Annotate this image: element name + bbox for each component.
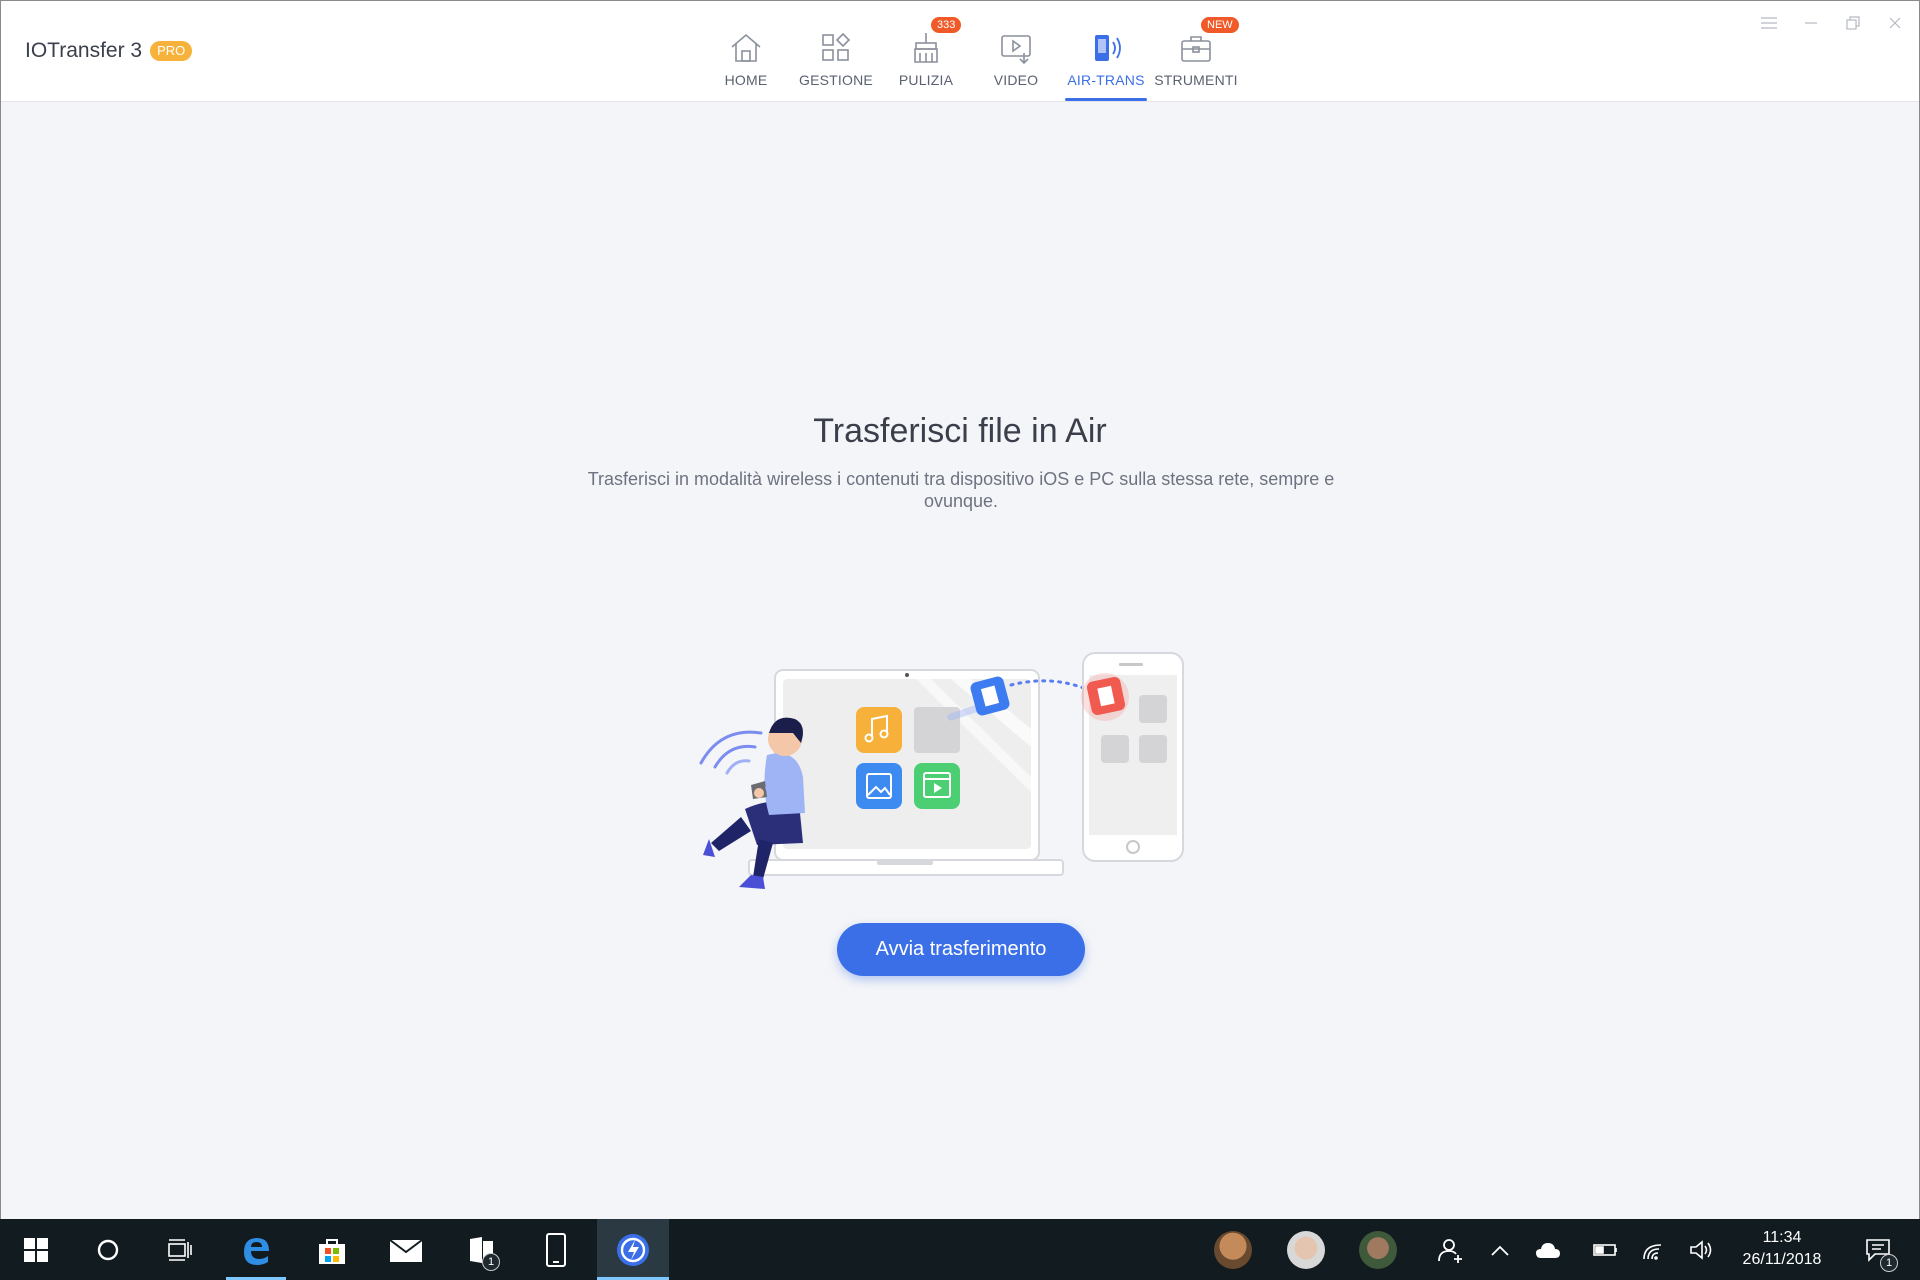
battery-button[interactable]	[1586, 1219, 1626, 1280]
taskbar-clock[interactable]: 11:34 26/11/2018	[1722, 1227, 1842, 1271]
pulizia-badge: 333	[931, 17, 962, 33]
restore-button[interactable]	[1843, 13, 1863, 33]
people-icon	[1438, 1238, 1462, 1263]
edge-icon	[244, 1237, 269, 1265]
show-hidden-icons-button[interactable]	[1480, 1219, 1520, 1280]
contact-avatar-1[interactable]	[1214, 1231, 1252, 1269]
home-icon	[731, 33, 761, 62]
minimize-button[interactable]	[1801, 13, 1821, 33]
phone-wireless-icon	[1095, 35, 1121, 61]
strumenti-badge: NEW	[1201, 17, 1239, 33]
action-center-button[interactable]: 1	[1848, 1219, 1908, 1280]
main-content: Trasferisci file in Air Trasferisci in m…	[1, 102, 1919, 1219]
nav-strumenti[interactable]: NEW STRUMENTI	[1151, 1, 1241, 101]
minimize-icon	[1805, 22, 1817, 24]
cortana-circle-icon	[97, 1239, 119, 1260]
onedrive-button[interactable]	[1528, 1219, 1568, 1280]
top-bar: IOTransfer 3 PRO HOME GESTIONE 333 PULIZ…	[1, 1, 1919, 102]
mail-icon	[389, 1238, 423, 1262]
nav-gestione[interactable]: GESTIONE	[791, 1, 881, 101]
page-description: Trasferisci in modalità wireless i conte…	[587, 469, 1335, 511]
page-title: Trasferisci file in Air	[813, 412, 1107, 450]
close-button[interactable]	[1885, 13, 1905, 33]
nav-strumenti-label: STRUMENTI	[1154, 72, 1238, 88]
wifi-icon	[1643, 1243, 1662, 1260]
nav-air-trans-label: AIR-TRANS	[1067, 72, 1145, 88]
file-explorer-button[interactable]: 1	[452, 1219, 512, 1280]
nav-pulizia-label: PULIZIA	[898, 72, 954, 88]
cortana-button[interactable]	[78, 1219, 138, 1280]
nav-pulizia[interactable]: 333 PULIZIA	[881, 1, 971, 101]
task-view-button[interactable]	[150, 1219, 210, 1280]
start-transfer-button[interactable]: Avvia trasferimento	[837, 923, 1085, 976]
nav-video-label: VIDEO	[993, 72, 1039, 88]
explorer-count-badge: 1	[482, 1253, 500, 1271]
contact-avatar-2[interactable]	[1287, 1231, 1325, 1269]
close-icon	[1889, 17, 1901, 29]
clock-time: 11:34	[1762, 1229, 1802, 1246]
notification-count-badge: 1	[1880, 1254, 1898, 1272]
main-nav: HOME GESTIONE 333 PULIZIA VIDEO AIR-TRAN…	[701, 1, 1241, 101]
restore-icon	[1846, 16, 1860, 30]
edge-button[interactable]	[226, 1219, 286, 1280]
taskbar: 1 11:34 26/11/2018 1	[0, 1219, 1920, 1280]
contact-avatar-3[interactable]	[1359, 1231, 1397, 1269]
start-button[interactable]	[6, 1219, 66, 1280]
store-button[interactable]	[302, 1219, 362, 1280]
volume-button[interactable]	[1682, 1219, 1722, 1280]
phone-icon	[546, 1232, 566, 1267]
cloud-icon	[1536, 1242, 1560, 1258]
network-button[interactable]	[1634, 1219, 1674, 1280]
nav-home-label: HOME	[724, 72, 768, 88]
nav-video[interactable]: VIDEO	[971, 1, 1061, 101]
clock-date: 26/11/2018	[1742, 1251, 1822, 1268]
nav-air-trans[interactable]: AIR-TRANS	[1061, 1, 1151, 101]
brand: IOTransfer 3 PRO	[25, 39, 193, 63]
nav-gestione-label: GESTIONE	[799, 72, 873, 88]
battery-icon	[1593, 1243, 1617, 1256]
mail-button[interactable]	[376, 1219, 436, 1280]
phone-companion-button[interactable]	[526, 1219, 586, 1280]
task-view-icon	[168, 1238, 192, 1261]
menu-icon	[1761, 17, 1777, 29]
store-bag-icon	[319, 1238, 345, 1264]
smartphone-icon	[1081, 652, 1184, 862]
pro-badge: PRO	[150, 41, 193, 61]
iotransfer-taskbar-button[interactable]	[597, 1219, 669, 1280]
toolbox-icon	[1181, 36, 1211, 62]
people-button[interactable]	[1420, 1219, 1480, 1280]
grid-icon	[822, 32, 851, 61]
speaker-icon	[1690, 1239, 1712, 1260]
app-title: IOTransfer 3	[25, 39, 143, 62]
window-controls	[1759, 13, 1905, 33]
air-transfer-illustration	[699, 652, 1184, 889]
menu-button[interactable]	[1759, 13, 1779, 33]
video-download-icon	[1001, 35, 1031, 65]
windows-logo-icon	[24, 1237, 48, 1262]
nav-home[interactable]: HOME	[701, 1, 791, 101]
chevron-up-icon	[1491, 1245, 1509, 1256]
broom-icon	[914, 33, 938, 63]
iotransfer-app-icon	[617, 1233, 649, 1266]
app-window: IOTransfer 3 PRO HOME GESTIONE 333 PULIZ…	[0, 0, 1920, 1220]
wifi-waves-icon	[699, 730, 763, 775]
